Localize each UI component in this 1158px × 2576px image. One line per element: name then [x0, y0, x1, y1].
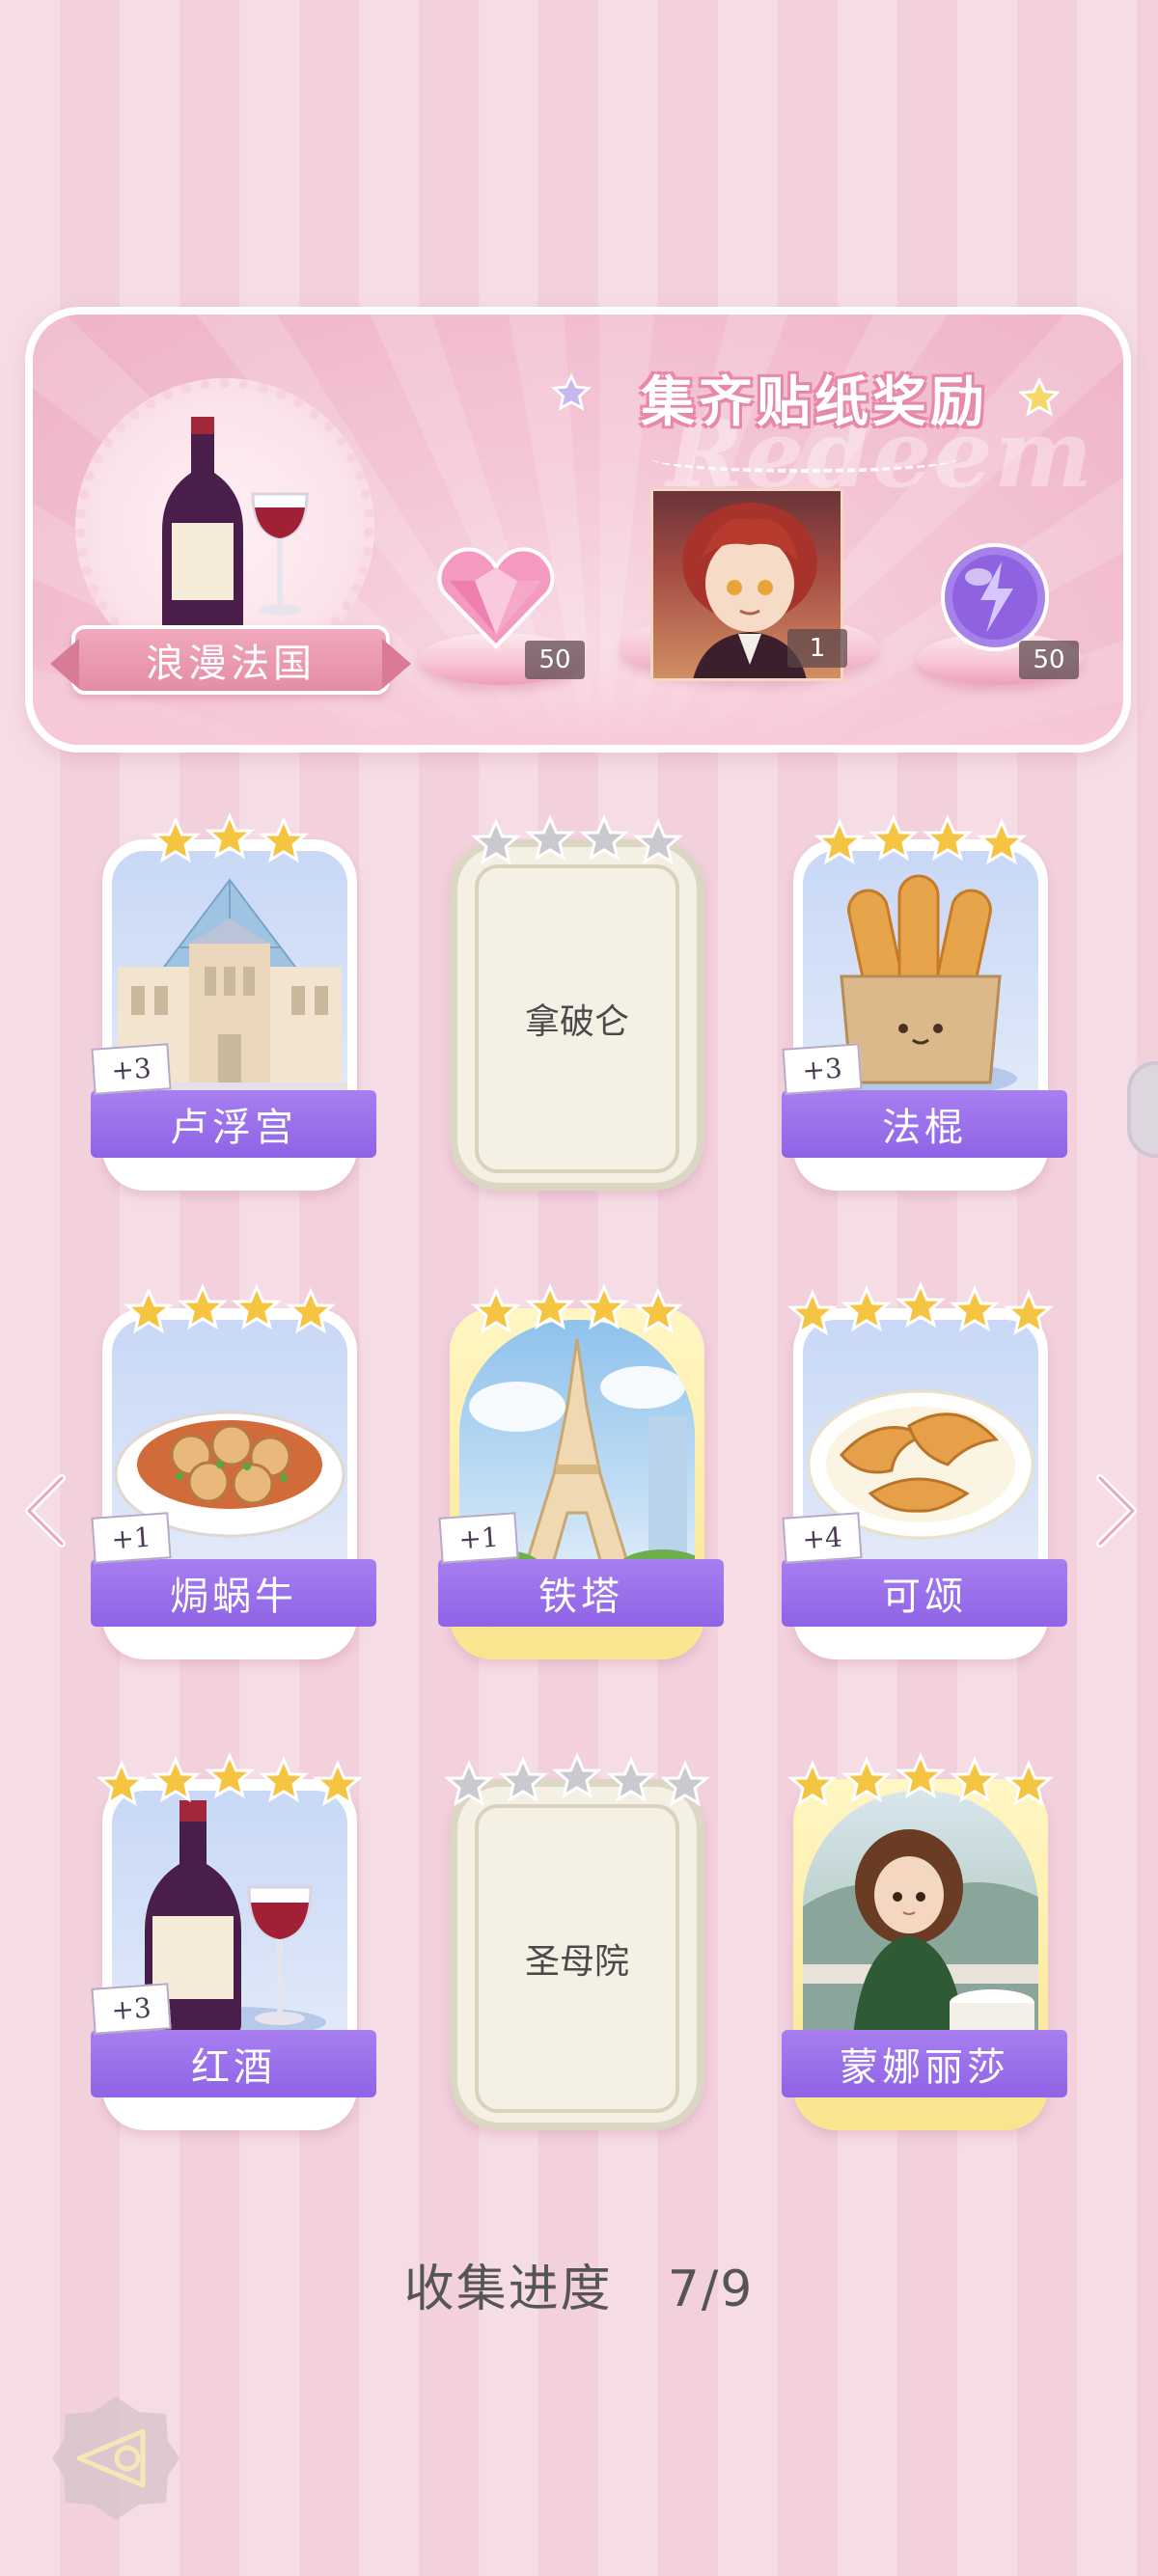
- sticker-card-red-wine[interactable]: 红酒 +3: [91, 1750, 376, 2136]
- sticker-card-eiffel-tower[interactable]: 铁塔 +1: [438, 1279, 724, 1665]
- duplicate-count-badge: +1: [438, 1512, 519, 1564]
- sticker-name: 红酒: [91, 2030, 376, 2097]
- duplicate-count-badge: +3: [91, 1043, 172, 1095]
- duplicate-count-badge: +3: [782, 1043, 863, 1095]
- sticker-name: 拿破仑: [475, 864, 679, 1173]
- star-rating: [787, 1281, 1054, 1336]
- next-page-arrow-icon[interactable]: [1092, 1472, 1143, 1549]
- star-icon: [633, 818, 683, 865]
- back-button[interactable]: [50, 2393, 181, 2524]
- sticker-name: 法棍: [782, 1090, 1067, 1158]
- star-decoration-icon: [1018, 376, 1061, 417]
- star-icon: [633, 1287, 683, 1334]
- star-icon: [124, 1287, 174, 1334]
- sticker-name: 铁塔: [438, 1559, 724, 1627]
- energy-orb-icon[interactable]: [938, 540, 1052, 654]
- star-icon: [151, 1756, 201, 1803]
- star-rating: [471, 814, 683, 865]
- sticker-card-louvre[interactable]: 卢浮宫 +3: [91, 810, 376, 1196]
- star-icon: [286, 1287, 336, 1334]
- star-icon: [896, 1752, 946, 1799]
- progress-label: 收集进度: [403, 2261, 613, 2318]
- duplicate-count-badge: +3: [91, 1983, 172, 2035]
- star-icon: [579, 814, 629, 862]
- star-decoration-icon: [550, 372, 593, 411]
- star-icon: [232, 1283, 282, 1330]
- star-icon: [841, 1756, 892, 1803]
- sticker-card-baguette[interactable]: 法棍 +3: [782, 810, 1067, 1196]
- reward-quantity: 50: [525, 641, 585, 679]
- reward-quantity: 50: [1019, 641, 1079, 679]
- sticker-card-mona-lisa[interactable]: 蒙娜丽莎: [782, 1750, 1067, 2136]
- star-icon: [259, 816, 309, 863]
- star-rating: [814, 814, 1027, 865]
- star-icon: [313, 1760, 363, 1807]
- star-icon: [923, 814, 973, 862]
- star-icon: [787, 1760, 838, 1807]
- star-icon: [444, 1760, 494, 1807]
- star-rating: [787, 1752, 1054, 1807]
- previous-page-arrow-icon[interactable]: [19, 1472, 69, 1549]
- sticker-name: 圣母院: [475, 1804, 679, 2113]
- star-icon: [841, 1285, 892, 1332]
- star-icon: [1004, 1289, 1054, 1336]
- star-icon: [1004, 1760, 1054, 1807]
- sticker-card-napoleon[interactable]: 拿破仑: [442, 810, 712, 1196]
- sticker-card-escargot[interactable]: 焗蜗牛 +1: [91, 1279, 376, 1665]
- progress-value: 7/9: [667, 2261, 755, 2318]
- star-icon: [498, 1756, 548, 1803]
- star-icon: [525, 1283, 575, 1330]
- star-icon: [606, 1756, 656, 1803]
- wine-bottle-icon: [162, 417, 309, 646]
- star-icon: [868, 814, 919, 862]
- star-rating: [444, 1752, 710, 1807]
- star-rating: [96, 1752, 363, 1807]
- star-icon: [950, 1285, 1000, 1332]
- sticker-reward-banner: Redeem 浪漫法国 集齐贴纸奖励 50 1 50: [25, 307, 1131, 753]
- reward-quantity: 1: [787, 629, 847, 668]
- region-name-ribbon: 浪漫法国: [71, 625, 390, 695]
- star-icon: [896, 1281, 946, 1329]
- title-underline: [650, 444, 959, 473]
- star-icon: [525, 814, 575, 862]
- star-rating: [124, 1283, 336, 1334]
- star-icon: [552, 1752, 602, 1799]
- banner-title: 集齐贴纸奖励: [641, 370, 988, 434]
- sticker-name: 卢浮宫: [91, 1090, 376, 1158]
- mona-lisa-art: [803, 1791, 1038, 2061]
- sticker-name: 可颂: [782, 1559, 1067, 1627]
- star-icon: [950, 1756, 1000, 1803]
- star-icon: [259, 1756, 309, 1803]
- star-icon: [787, 1289, 838, 1336]
- star-icon: [205, 812, 255, 860]
- star-icon: [471, 1287, 521, 1334]
- sticker-name: 焗蜗牛: [91, 1559, 376, 1627]
- star-rating: [151, 812, 309, 863]
- star-icon: [178, 1283, 228, 1330]
- duplicate-count-badge: +4: [782, 1512, 863, 1564]
- pink-diamond-icon[interactable]: [436, 542, 556, 650]
- duplicate-count-badge: +1: [91, 1512, 172, 1564]
- side-drawer-tab[interactable]: [1127, 1061, 1158, 1158]
- star-icon: [660, 1760, 710, 1807]
- sticker-card-notre-dame[interactable]: 圣母院: [442, 1750, 712, 2136]
- star-icon: [205, 1752, 255, 1799]
- star-rating: [471, 1283, 683, 1334]
- sticker-name: 蒙娜丽莎: [782, 2030, 1067, 2097]
- sticker-card-croissant[interactable]: 可颂 +4: [782, 1279, 1067, 1665]
- star-icon: [814, 818, 865, 865]
- star-icon: [96, 1760, 147, 1807]
- star-icon: [151, 816, 201, 863]
- star-icon: [579, 1283, 629, 1330]
- star-icon: [471, 818, 521, 865]
- star-icon: [977, 818, 1027, 865]
- collection-progress: 收集进度 7/9: [0, 2248, 1158, 2320]
